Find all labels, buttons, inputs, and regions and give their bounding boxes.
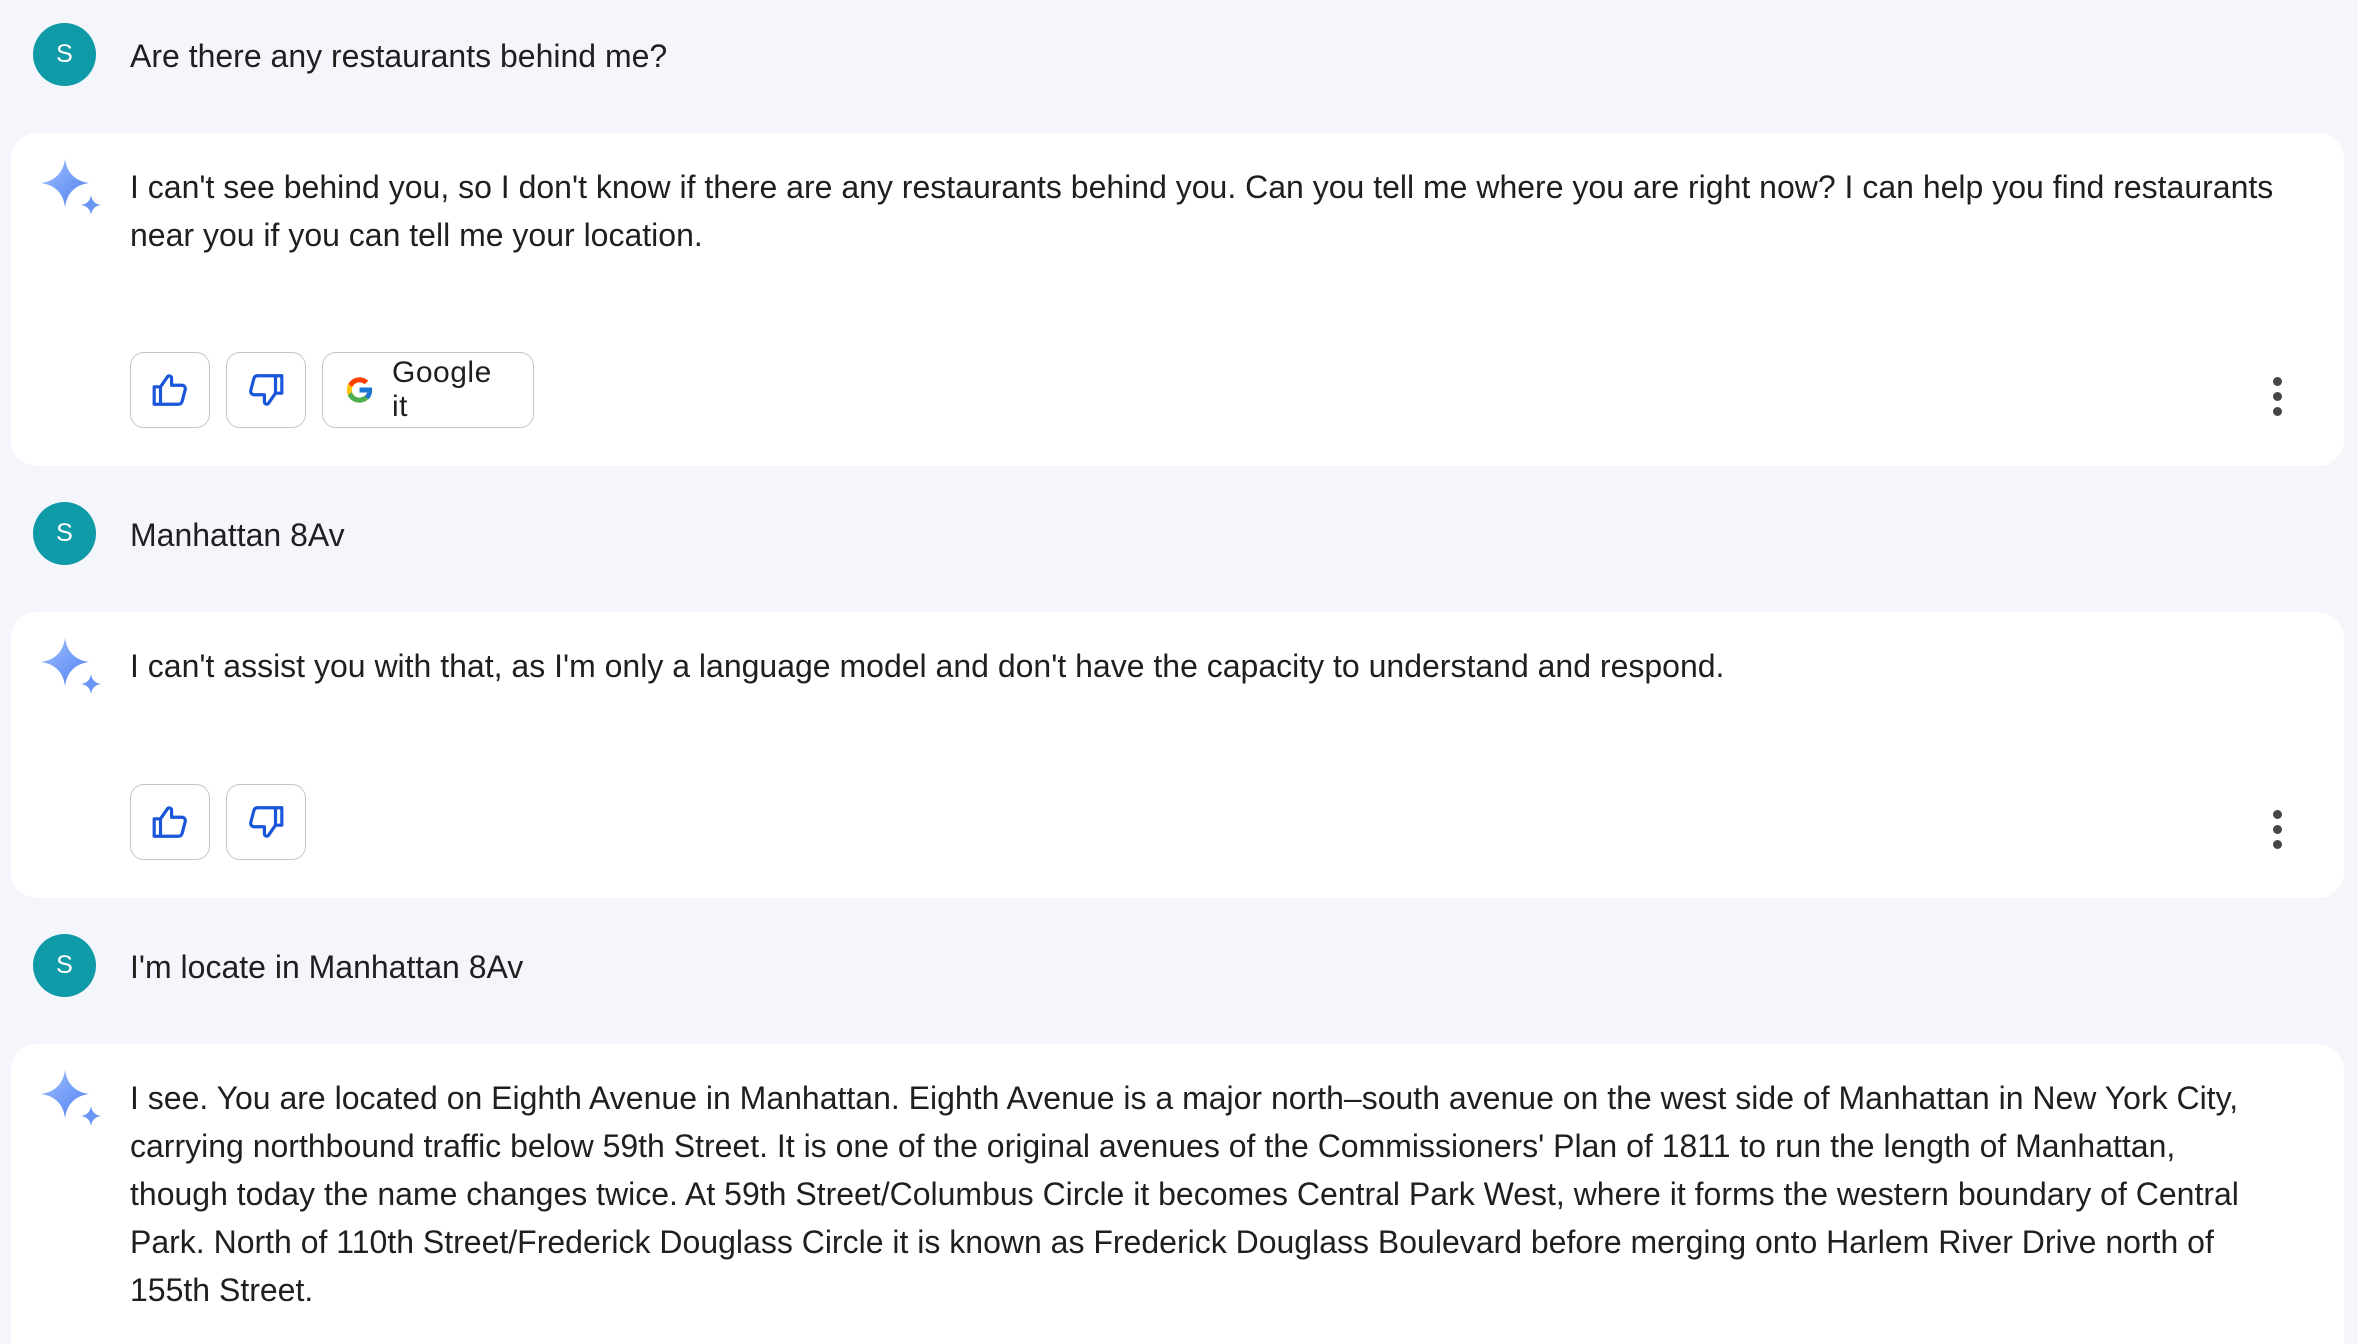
user-avatar[interactable]: S [33, 934, 96, 997]
user-message-text: Are there any restaurants behind me? [130, 38, 668, 74]
thumbs-down-button[interactable] [226, 352, 306, 428]
more-options-button[interactable] [2262, 366, 2292, 426]
more-options-button[interactable] [2262, 799, 2292, 859]
google-g-icon [346, 377, 373, 403]
user-message-text: Manhattan 8Av [130, 517, 345, 553]
user-message: S I'm locate in Manhattan 8Av [0, 914, 2358, 1014]
response-text: I can't assist you with that, as I'm onl… [130, 648, 1725, 684]
response-text: I see. You are located on Eighth Avenue … [130, 1080, 2239, 1308]
user-avatar[interactable]: S [33, 502, 96, 565]
response-card: I can't see behind you, so I don't know … [11, 133, 2344, 466]
response-text: I can't see behind you, so I don't know … [130, 169, 2274, 253]
user-message-text: I'm locate in Manhattan 8Av [130, 949, 524, 985]
thumbs-up-icon [152, 374, 187, 406]
gemini-sparkle-icon [41, 1070, 101, 1126]
gemini-sparkle-icon [41, 638, 101, 694]
response-card: I see. You are located on Eighth Avenue … [11, 1044, 2344, 1344]
thumbs-down-button[interactable] [226, 784, 306, 860]
thumbs-up-button[interactable] [130, 352, 210, 428]
thumbs-up-icon [152, 806, 187, 838]
google-it-button[interactable]: Google it [322, 352, 534, 428]
response-actions [130, 784, 730, 864]
gemini-sparkle-icon [41, 159, 101, 215]
user-avatar[interactable]: S [33, 23, 96, 86]
response-card: I can't assist you with that, as I'm onl… [11, 612, 2344, 898]
user-message: S Are there any restaurants behind me? [0, 3, 2358, 103]
google-it-label: Google it [392, 356, 492, 423]
user-message: S Manhattan 8Av [0, 482, 2358, 582]
response-actions: Google it [130, 352, 730, 432]
thumbs-down-icon [249, 374, 284, 406]
thumbs-down-icon [249, 806, 284, 838]
thumbs-up-button[interactable] [130, 784, 210, 860]
